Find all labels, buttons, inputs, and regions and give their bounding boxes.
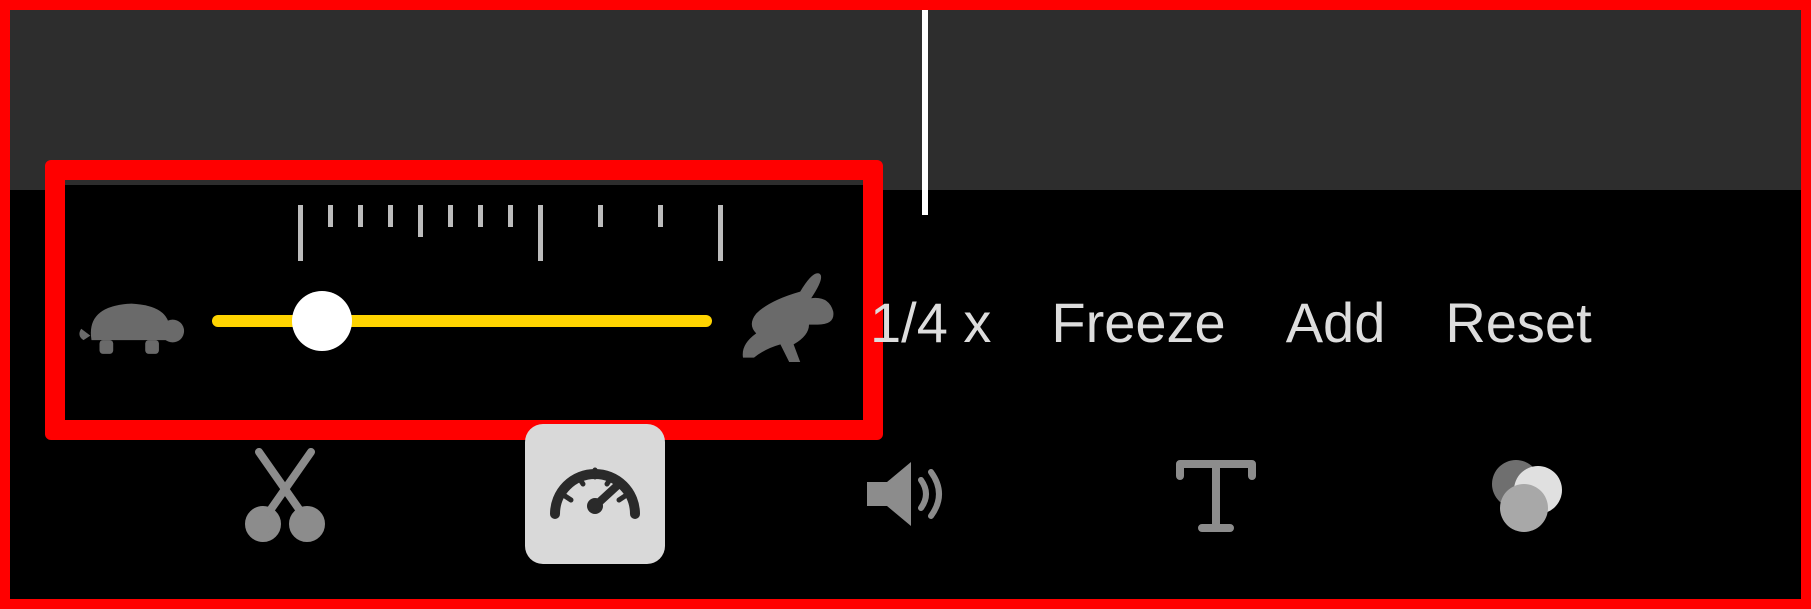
text-tool[interactable] bbox=[1146, 424, 1286, 564]
rabbit-icon bbox=[722, 263, 852, 373]
speed-quarter-button[interactable]: 1/4 x bbox=[870, 290, 991, 355]
speed-ruler bbox=[298, 205, 758, 275]
speedometer-icon bbox=[545, 444, 645, 544]
speed-panel bbox=[62, 185, 872, 405]
volume-tool[interactable] bbox=[835, 424, 975, 564]
filter-tool[interactable] bbox=[1456, 424, 1596, 564]
text-icon bbox=[1166, 444, 1266, 544]
speed-slider[interactable] bbox=[212, 315, 712, 327]
timeline-playhead[interactable] bbox=[922, 10, 928, 215]
speed-slider-thumb[interactable] bbox=[292, 291, 352, 351]
speed-slider-track bbox=[212, 315, 712, 327]
turtle-icon bbox=[74, 283, 189, 363]
timeline-preview bbox=[10, 10, 1801, 190]
color-filter-icon bbox=[1476, 444, 1576, 544]
speaker-icon bbox=[855, 444, 955, 544]
speed-reset-button[interactable]: Reset bbox=[1445, 290, 1591, 355]
speed-tool[interactable] bbox=[525, 424, 665, 564]
speed-options: 1/4 x Freeze Add Reset bbox=[870, 290, 1592, 355]
speed-add-button[interactable]: Add bbox=[1286, 290, 1386, 355]
speed-freeze-button[interactable]: Freeze bbox=[1051, 290, 1225, 355]
cut-tool[interactable] bbox=[215, 424, 355, 564]
scissors-icon bbox=[235, 444, 335, 544]
editor-toolbar bbox=[10, 409, 1801, 579]
